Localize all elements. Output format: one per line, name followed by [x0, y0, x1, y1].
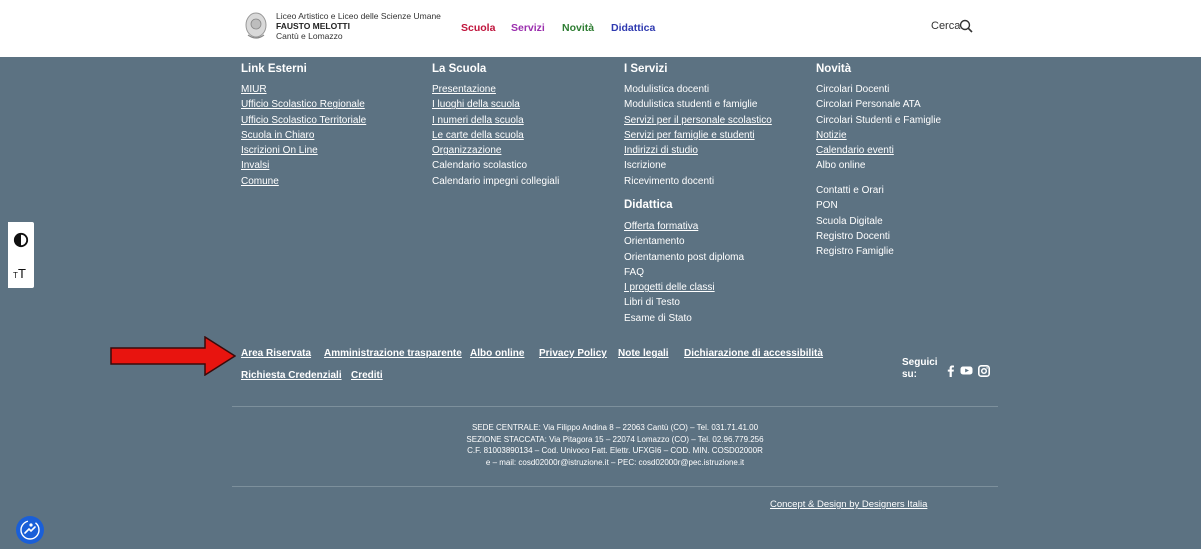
link-organizzazione[interactable]: Organizzazione — [432, 143, 559, 158]
address-block: SEDE CENTRALE: Via Filippo Andina 8 – 22… — [232, 422, 998, 468]
address-email: e – mail: cosd02000r@istruzione.it – PEC… — [485, 457, 745, 467]
link-orientamento-post[interactable]: Orientamento post diploma — [624, 250, 744, 265]
contrast-icon[interactable] — [13, 232, 29, 248]
link-ricevimento[interactable]: Ricevimento docenti — [624, 174, 772, 189]
link-scuola-in-chiaro[interactable]: Scuola in Chiaro — [241, 128, 366, 143]
follow-label: Seguici su: — [902, 357, 938, 380]
link-libri-testo[interactable]: Libri di Testo — [624, 295, 744, 310]
link-iscrizioni-online[interactable]: Iscrizioni On Line — [241, 143, 366, 158]
address-codici: C.F. 81003890134 – Cod. Univoco Fatt. El… — [467, 446, 763, 455]
link-note-legali[interactable]: Note legali — [618, 348, 669, 359]
link-ufficio-regionale[interactable]: Ufficio Scolastico Regionale — [241, 97, 366, 112]
link-albo-online-novita[interactable]: Albo online — [816, 158, 941, 173]
link-notizie[interactable]: Notizie — [816, 128, 941, 143]
school-line1: Liceo Artistico e Liceo delle Scienze Um… — [276, 11, 441, 21]
link-orientamento[interactable]: Orientamento — [624, 234, 744, 249]
list-novita: Circolari Docenti Circolari Personale AT… — [816, 82, 941, 174]
link-offerta-formativa[interactable]: Offerta formativa — [624, 219, 744, 234]
list-novita-extra: Contatti e Orari PON Scuola Digitale Reg… — [816, 183, 894, 259]
link-progetti-classi[interactable]: I progetti delle classi — [624, 280, 744, 295]
accessibility-toolbar: T T — [8, 222, 34, 288]
link-miur[interactable]: MIUR — [241, 82, 366, 97]
link-servizi-personale[interactable]: Servizi per il personale scolastico — [624, 113, 772, 128]
heading-la-scuola: La Scuola — [432, 63, 487, 75]
link-ufficio-territoriale[interactable]: Ufficio Scolastico Territoriale — [241, 113, 366, 128]
school-name: FAUSTO MELOTTI — [276, 21, 350, 31]
link-esame-stato[interactable]: Esame di Stato — [624, 311, 744, 326]
nav-scuola[interactable]: Scuola — [461, 22, 495, 34]
text-size-icon[interactable]: T T — [13, 264, 29, 280]
link-designers-italia[interactable]: Concept & Design by Designers Italia — [770, 499, 927, 510]
link-dichiarazione-accessibilita[interactable]: Dichiarazione di accessibilità — [684, 348, 823, 359]
link-faq[interactable]: FAQ — [624, 265, 744, 280]
link-comune[interactable]: Comune — [241, 174, 366, 189]
link-privacy-policy[interactable]: Privacy Policy — [539, 348, 607, 359]
link-contatti-orari[interactable]: Contatti e Orari — [816, 183, 894, 198]
link-indirizzi-studio[interactable]: Indirizzi di studio — [624, 143, 772, 158]
link-calendario-impegni[interactable]: Calendario impegni collegiali — [432, 174, 559, 189]
heading-novita: Novità — [816, 63, 852, 75]
link-carte[interactable]: Le carte della scuola — [432, 128, 559, 143]
nav-didattica[interactable]: Didattica — [611, 22, 655, 34]
heading-i-servizi: I Servizi — [624, 63, 668, 75]
search-label[interactable]: Cerca — [931, 20, 960, 32]
link-modulistica-docenti[interactable]: Modulistica docenti — [624, 82, 772, 97]
address-sede-centrale: SEDE CENTRALE: Via Filippo Andina 8 – 22… — [471, 423, 759, 432]
footer-divider-bottom — [232, 486, 998, 487]
link-modulistica-studenti[interactable]: Modulistica studenti e famiglie — [624, 97, 772, 112]
search-icon[interactable] — [959, 19, 973, 33]
link-area-riservata[interactable]: Area Riservata — [241, 348, 311, 359]
nav-servizi[interactable]: Servizi — [511, 22, 545, 34]
link-circolari-docenti[interactable]: Circolari Docenti — [816, 82, 941, 97]
link-albo-online[interactable]: Albo online — [470, 348, 524, 359]
link-amministrazione-trasparente[interactable]: Amministrazione trasparente — [324, 348, 462, 359]
red-arrow-icon — [110, 336, 236, 376]
youtube-icon[interactable] — [960, 365, 973, 376]
list-didattica: Offerta formativa Orientamento Orientame… — [624, 219, 744, 326]
footer-divider-top — [232, 406, 998, 407]
facebook-icon[interactable] — [946, 365, 955, 377]
school-line3: Cantù e Lomazzo — [276, 31, 343, 41]
list-i-servizi: Modulistica docenti Modulistica studenti… — [624, 82, 772, 189]
link-luoghi[interactable]: I luoghi della scuola — [432, 97, 559, 112]
link-circolari-studenti[interactable]: Circolari Studenti e Famiglie — [816, 113, 941, 128]
list-link-esterni: MIUR Ufficio Scolastico Regionale Uffici… — [241, 82, 366, 189]
link-registro-famiglie[interactable]: Registro Famiglie — [816, 244, 894, 259]
address-sezione-staccata: SEZIONE STACCATA: Via Pitagora 15 – 2207… — [466, 434, 764, 444]
instagram-icon[interactable] — [978, 365, 990, 377]
list-la-scuola: Presentazione I luoghi della scuola I nu… — [432, 82, 559, 189]
link-presentazione[interactable]: Presentazione — [432, 82, 559, 97]
accessibility-icon — [20, 520, 40, 540]
link-calendario-scolastico[interactable]: Calendario scolastico — [432, 158, 559, 173]
link-richiesta-credenziali[interactable]: Richiesta Credenziali — [241, 370, 342, 381]
heading-didattica: Didattica — [624, 199, 673, 211]
svg-text:T: T — [18, 266, 26, 280]
school-name-block[interactable]: Liceo Artistico e Liceo delle Scienze Um… — [276, 11, 441, 41]
school-logo-icon[interactable] — [244, 11, 268, 41]
link-numeri[interactable]: I numeri della scuola — [432, 113, 559, 128]
site-header: Liceo Artistico e Liceo delle Scienze Um… — [0, 0, 1201, 57]
heading-link-esterni: Link Esterni — [241, 63, 307, 75]
link-crediti[interactable]: Crediti — [351, 370, 383, 381]
link-invalsi[interactable]: Invalsi — [241, 158, 366, 173]
accessibility-button[interactable] — [16, 516, 44, 544]
link-circolari-ata[interactable]: Circolari Personale ATA — [816, 97, 941, 112]
nav-novita[interactable]: Novità — [562, 22, 594, 34]
link-registro-docenti[interactable]: Registro Docenti — [816, 229, 894, 244]
link-servizi-famiglie[interactable]: Servizi per famiglie e studenti — [624, 128, 772, 143]
link-pon[interactable]: PON — [816, 198, 894, 213]
link-scuola-digitale[interactable]: Scuola Digitale — [816, 214, 894, 229]
link-iscrizione[interactable]: Iscrizione — [624, 158, 772, 173]
link-calendario-eventi[interactable]: Calendario eventi — [816, 143, 941, 158]
